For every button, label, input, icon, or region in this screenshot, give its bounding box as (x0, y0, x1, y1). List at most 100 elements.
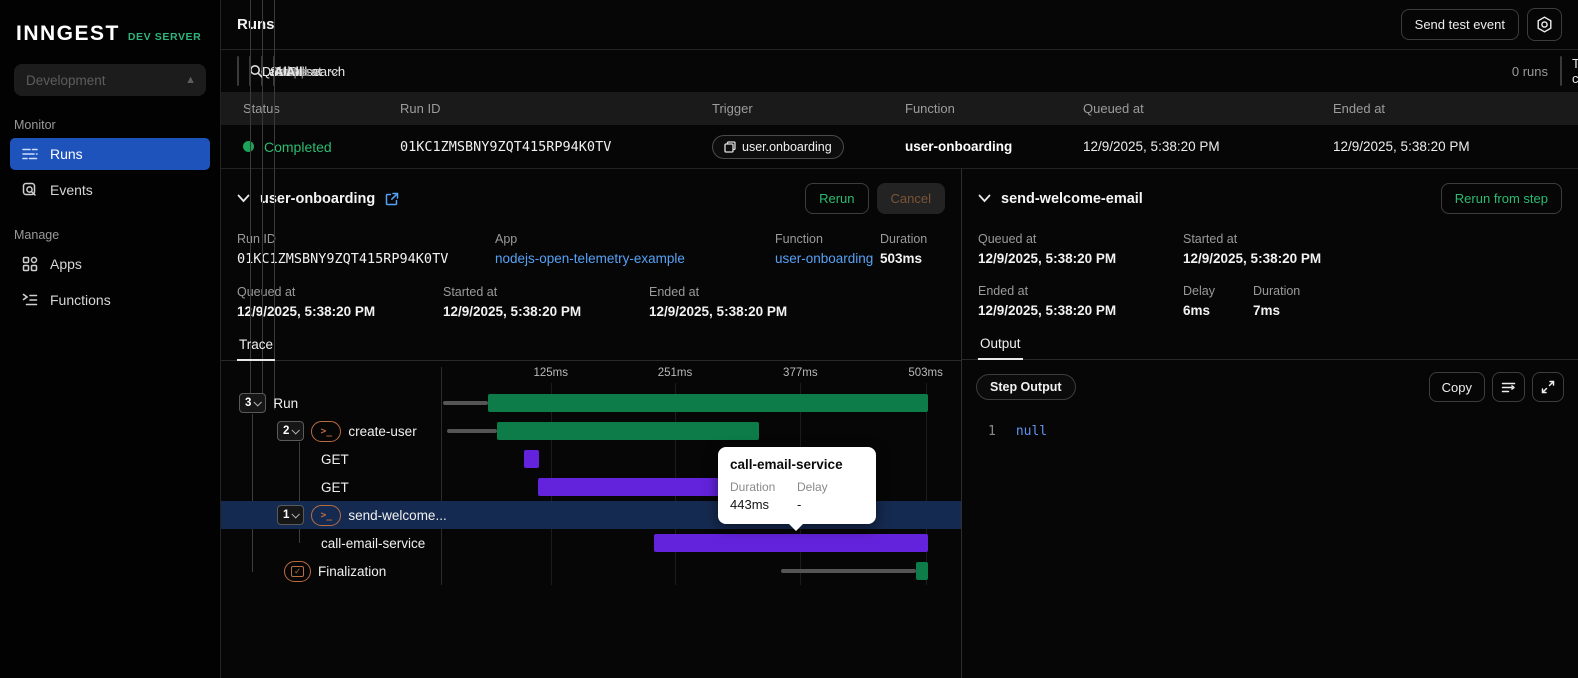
expand-icon (1541, 380, 1555, 394)
output-code[interactable]: 1 null (962, 414, 1578, 449)
column-header-queued-at: Queued at (1083, 101, 1144, 116)
dev-server-badge: DEV SERVER (127, 31, 202, 43)
step-duration-value: 7ms (1253, 303, 1281, 318)
trace-row[interactable]: Finalization (221, 557, 961, 585)
copy-button[interactable]: Copy (1428, 372, 1485, 402)
span-bar[interactable] (916, 562, 929, 580)
sidebar-section-monitor: Monitor (14, 118, 56, 132)
copy-label: Copy (1441, 379, 1472, 395)
runs-count: 0 runs (1511, 63, 1548, 79)
rerun-from-step-button[interactable]: Rerun from step (1440, 183, 1562, 214)
queued-at-cell: 12/9/2025, 5:38:20 PM (1083, 139, 1220, 154)
expand-button[interactable] (1532, 372, 1564, 402)
trace-row-timeline (441, 417, 961, 445)
terminal-icon (311, 420, 342, 442)
chevron-down-icon[interactable] (978, 194, 991, 203)
show-search-button[interactable]: Show search (237, 56, 345, 86)
runs-table-header: Status Run ID Trigger Function Queued at… (221, 92, 1578, 125)
code-value: null (1015, 424, 1048, 439)
step-panel: send-welcome-email Rerun from step Queue… (962, 169, 1578, 678)
trace-expander[interactable]: 2 (277, 421, 305, 441)
environment-select[interactable]: Development ▲ (14, 64, 206, 96)
settings-button[interactable] (1527, 8, 1562, 41)
function-link[interactable]: user-onboarding (775, 251, 880, 266)
events-icon (22, 182, 36, 196)
main-content: Runs Send test event Show search Queued … (221, 0, 1578, 678)
step-started-at-value: 12/9/2025, 5:38:20 PM (1183, 251, 1322, 266)
duration-value: 503ms (880, 251, 923, 266)
trace-row-name: 3 Run (221, 393, 441, 413)
trace-row[interactable]: call-email-service (221, 529, 961, 557)
terminal-icon (311, 504, 342, 526)
word-wrap-icon (1501, 382, 1516, 392)
ended-at-value: 12/9/2025, 5:38:20 PM (649, 304, 788, 319)
run-id-cell: 01KC1ZMSBNY9ZQT415RP94K0TV (400, 138, 612, 155)
trace-row[interactable]: 3 Run (221, 389, 961, 417)
sidebar-item-events[interactable]: Events (10, 174, 210, 206)
function-cell: user-onboarding (905, 139, 1013, 154)
step-duration-label: Duration (1253, 284, 1301, 298)
trace-row-name: 2 create-user (221, 420, 441, 442)
sidebar-item-runs[interactable]: Runs (10, 138, 210, 170)
step-queued-at-label: Queued at (978, 232, 1037, 246)
sidebar-item-functions[interactable]: Functions (10, 284, 210, 316)
updown-chevron-icon: ▲ (185, 74, 196, 86)
trace-expander[interactable]: 3 (239, 393, 267, 413)
trace-expander[interactable]: 1 (277, 505, 305, 525)
cancel-label: Cancel (890, 191, 931, 206)
step-delay-value: 6ms (1183, 303, 1211, 318)
duration-label: Duration (880, 232, 928, 246)
tooltip-title: call-email-service (730, 457, 843, 472)
trace-row-label: GET (321, 479, 349, 495)
span-bar[interactable] (524, 450, 539, 468)
cancel-button[interactable]: Cancel (876, 183, 945, 214)
status-filter-dropdown[interactable]: All (262, 0, 316, 410)
table-row[interactable]: Completed 01KC1ZMSBNY9ZQT415RP94K0TV use… (221, 125, 1578, 169)
word-wrap-button[interactable] (1492, 372, 1525, 402)
send-test-event-label: Send test event (1414, 17, 1505, 32)
trigger-badge[interactable]: user.onboarding (712, 134, 844, 159)
trigger-name: user.onboarding (742, 139, 832, 154)
span-bar[interactable] (487, 394, 929, 412)
axis-tick-label: 377ms (783, 367, 818, 379)
app-filter-dropdown[interactable]: All (274, 0, 328, 410)
span-bar[interactable] (537, 478, 736, 496)
trace-row-label: Run (273, 395, 299, 411)
queue-delay-line[interactable] (781, 569, 917, 573)
queue-delay-line[interactable] (443, 401, 488, 405)
line-number: 1 (988, 424, 996, 439)
runs-icon (22, 148, 38, 160)
trace-row-name: Finalization (221, 560, 441, 582)
sidebar-item-label: Apps (50, 256, 82, 272)
trace-row-timeline (441, 389, 961, 417)
step-started-at-label: Started at (1183, 232, 1238, 246)
step-ended-at-label: Ended at (978, 284, 1029, 298)
send-test-event-button[interactable]: Send test event (1400, 9, 1519, 40)
queue-delay-line[interactable] (447, 429, 498, 433)
tooltip-duration-value: 443ms (730, 497, 770, 512)
span-bar[interactable] (653, 534, 929, 552)
app-link[interactable]: nodejs-open-telemetry-example (495, 251, 775, 266)
span-bar[interactable] (497, 422, 759, 440)
apps-icon (22, 256, 38, 272)
logo: INNGEST DEV SERVER (0, 14, 220, 64)
tab-trace[interactable]: Trace (237, 333, 276, 361)
tooltip-delay-label: Delay (797, 480, 828, 494)
time-range-dropdown[interactable]: Last 3d (250, 0, 330, 410)
external-link-icon[interactable] (385, 192, 399, 206)
column-header-function: Function (905, 101, 955, 116)
trace-row[interactable]: 2 create-user (221, 417, 961, 445)
sidebar-item-apps[interactable]: Apps (10, 248, 210, 280)
column-header-run-id: Run ID (400, 101, 441, 116)
trace-rows: 3 Run 2 create-user GET GET 1 send-welcome... ca… (221, 367, 961, 585)
environment-select-value: Development (26, 72, 106, 88)
tab-output[interactable]: Output (978, 332, 1023, 360)
time-filter: Queued at Last 3d (249, 0, 339, 410)
trace-row-label: Finalization (318, 563, 387, 579)
started-at-value: 12/9/2025, 5:38:20 PM (443, 304, 582, 319)
status-filter: Status All (261, 0, 316, 410)
table-columns-dropdown[interactable]: Table columns (1560, 56, 1578, 86)
rerun-button[interactable]: Rerun (805, 183, 869, 214)
filter-bar: Show search Queued at Last 3d Status All (221, 0, 1578, 410)
sidebar-item-label: Functions (50, 292, 111, 308)
